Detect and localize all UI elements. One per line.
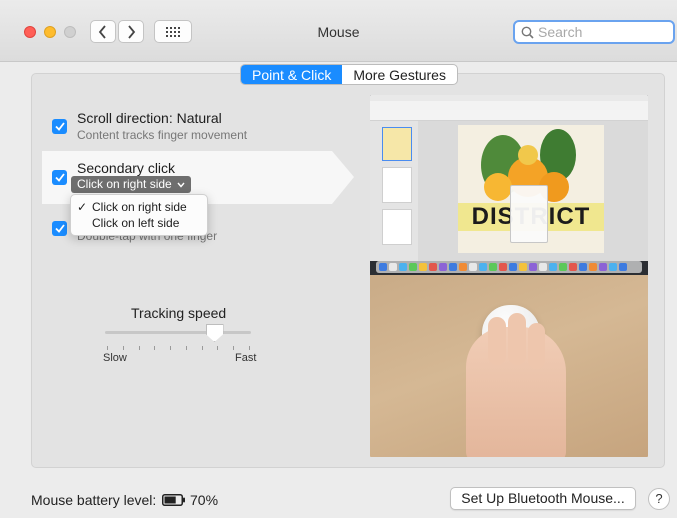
menu-item-click-right[interactable]: ✓ Click on right side [71,199,207,215]
dock-icon [559,263,567,271]
tab-more-gestures[interactable]: More Gestures [342,65,457,84]
dock-icon [449,263,457,271]
dock-icon [499,263,507,271]
dock-icon [409,263,417,271]
dock-icon [519,263,527,271]
setup-bluetooth-mouse-button[interactable]: Set Up Bluetooth Mouse... [450,487,636,510]
tab-bar: Point & Click More Gestures [240,64,458,85]
secondary-click-label: Secondary click [77,160,176,176]
dock-icon [529,263,537,271]
dock-icon [479,263,487,271]
menu-item-label: Click on right side [92,200,187,214]
dock-icon [429,263,437,271]
dock-icon [399,263,407,271]
preview-thumbnail [382,127,412,161]
smart-zoom-checkbox[interactable] [52,221,67,236]
secondary-click-popup[interactable]: Click on right side [71,176,191,193]
slider-tick [201,346,203,350]
preview-screen: DISTRICT [370,95,648,275]
dock-icon [539,263,547,271]
search-input[interactable] [538,24,668,40]
menu-item-label: Click on left side [92,216,180,230]
help-button[interactable]: ? [648,488,670,510]
slider-min-label: Slow [103,352,127,364]
slider-tick [249,346,250,350]
dock-icon [619,263,627,271]
dock-icon [599,263,607,271]
secondary-click-menu: ✓ Click on right side Click on left side [70,194,208,236]
slider-tick [107,346,108,350]
gesture-preview-video: DISTRICT [370,95,648,457]
dock-icon [439,263,447,271]
slider-tick [170,346,172,350]
preview-thumbnail [382,209,412,245]
dock-icon [579,263,587,271]
slider-max-label: Fast [235,352,257,364]
slider-tick [233,346,235,350]
checkmark-icon [54,122,65,131]
dock-icon [549,263,557,271]
slider-tick [217,346,219,350]
dock-icon [389,263,397,271]
preview-dock [376,261,642,273]
slider-tick [122,346,124,350]
battery-level-label: Mouse battery level: [31,492,157,508]
dock-icon [609,263,617,271]
dock-icon [469,263,477,271]
scroll-direction-label: Scroll direction: Natural [77,110,222,126]
dock-icon [489,263,497,271]
checkmark-icon: ✓ [77,200,88,214]
scroll-direction-checkbox[interactable] [52,119,67,134]
dock-icon [509,263,517,271]
chevron-down-icon [177,182,185,188]
tracking-speed-label: Tracking speed [131,305,227,321]
finger-image [528,323,545,369]
checkmark-icon [54,173,65,182]
search-icon [521,26,534,39]
secondary-click-checkbox[interactable] [52,170,67,185]
preview-context-menu [510,185,548,243]
dock-icon [379,263,387,271]
slider-tick [138,346,140,350]
battery-level-value: 70% [190,492,219,508]
slider-tick [185,346,187,350]
search-field[interactable] [513,20,675,44]
preview-toolbar [370,101,648,121]
tab-point-and-click[interactable]: Point & Click [241,65,343,84]
dock-icon [419,263,427,271]
preview-thumbnail [382,167,412,203]
dock-icon [459,263,467,271]
dock-icon [569,263,577,271]
menu-item-click-left[interactable]: Click on left side [71,215,207,231]
preview-sidebar [370,121,418,261]
title-bar: Mouse [0,0,677,62]
tracking-speed-slider[interactable] [105,331,251,334]
finger-image [488,317,506,365]
battery-icon [162,494,185,506]
secondary-click-selected: Click on right side [77,177,172,191]
finger-image [508,313,526,365]
scroll-direction-description: Content tracks finger movement [77,128,248,142]
slider-tick [154,346,156,350]
checkmark-icon [54,224,65,233]
dock-icon [589,263,597,271]
